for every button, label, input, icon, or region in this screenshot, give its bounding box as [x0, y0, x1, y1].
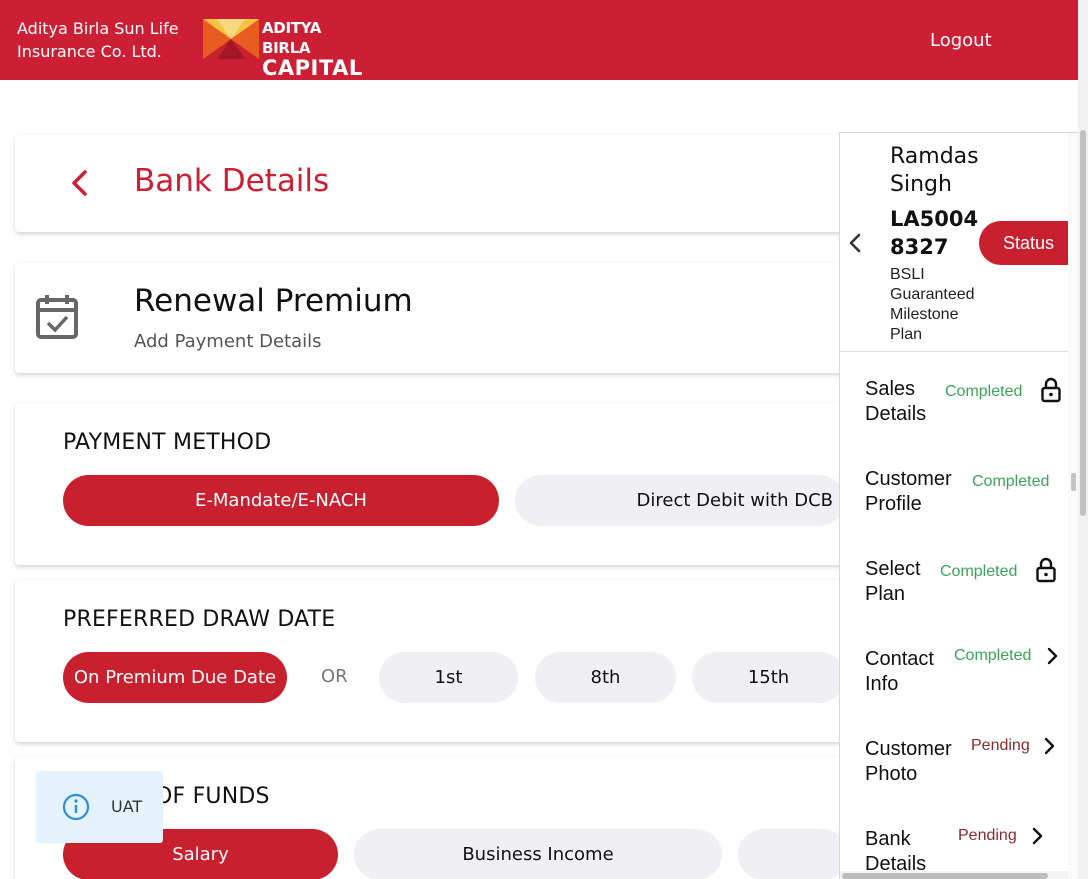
funds-option-business-income[interactable]: Business Income [354, 829, 722, 879]
step-label-line1: Contact [865, 648, 934, 670]
step-label: Contact Info [865, 647, 965, 697]
company-name-line1: Aditya Birla Sun Life [17, 19, 179, 38]
plan-name: BSLI Guaranteed Milestone Plan [890, 265, 990, 345]
step-label-line2: Info [865, 673, 899, 695]
chevron-right-icon [1044, 737, 1055, 755]
payment-method-title: PAYMENT METHOD [63, 430, 272, 455]
policy-number: LA5004 8327 [890, 205, 990, 261]
step-status: Completed [954, 647, 1032, 664]
logo-wordmark: ADITYA BIRLA CAPITAL [262, 18, 363, 80]
step-label-line2: Details [865, 403, 927, 425]
page-scrollbar[interactable] [1078, 0, 1088, 879]
payment-option-direct-debit[interactable]: Direct Debit with DCB [515, 475, 845, 526]
application-side-panel: Ramdas Singh LA5004 8327 BSLI Guaranteed… [839, 132, 1078, 879]
logout-button[interactable]: Logout [930, 30, 992, 51]
plan-name-line1: BSLI [890, 266, 925, 283]
renewal-subtitle: Add Payment Details [134, 331, 322, 352]
renewal-title: Renewal Premium [134, 283, 413, 319]
logo-mark-icon [203, 19, 259, 59]
draw-option-1st[interactable]: 1st [379, 652, 518, 703]
step-status: Completed [972, 473, 1050, 490]
chevron-right-icon [1047, 647, 1058, 665]
step-label: Customer Photo [865, 737, 965, 787]
plan-name-line4: Plan [890, 326, 923, 343]
step-label-line1: Customer [865, 738, 952, 760]
step-label: Bank Details [865, 827, 965, 877]
step-customer-photo[interactable]: Customer Photo Pending [840, 737, 1068, 827]
customer-name-line2: Singh [890, 172, 952, 197]
funds-option-more[interactable] [738, 829, 848, 879]
customer-name: Ramdas Singh [890, 143, 990, 199]
step-status: Pending [958, 827, 1017, 844]
step-status: Completed [940, 563, 1018, 580]
customer-name-line1: Ramdas [890, 144, 979, 169]
aditya-birla-capital-logo: ADITYA BIRLA CAPITAL [203, 19, 362, 79]
or-label: OR [321, 666, 348, 687]
page-scroll-thumb[interactable] [1080, 130, 1086, 516]
step-select-plan[interactable]: Select Plan Completed [840, 557, 1068, 647]
step-status: Pending [971, 737, 1030, 754]
page-title: Bank Details [134, 163, 330, 199]
step-label-line1: Customer [865, 468, 952, 490]
source-of-funds-title: OF FUNDS [155, 784, 270, 809]
logo-line1: ADITYA BIRLA [262, 19, 322, 57]
draw-option-due-date[interactable]: On Premium Due Date [63, 652, 287, 703]
step-sales-details[interactable]: Sales Details Completed [840, 377, 1068, 467]
company-name-line2: Insurance Co. Ltd. [17, 42, 162, 61]
calendar-check-icon [36, 295, 78, 339]
step-label-line2: Plan [865, 583, 906, 605]
step-label: Customer Profile [865, 467, 965, 517]
payment-option-emandate[interactable]: E-Mandate/E-NACH [63, 475, 499, 526]
draw-option-8th[interactable]: 8th [535, 652, 676, 703]
step-label-line2: Photo [865, 763, 918, 785]
company-name: Aditya Birla Sun Life Insurance Co. Ltd. [17, 17, 179, 63]
uat-badge [36, 771, 163, 843]
step-contact-info[interactable]: Contact Info Completed [840, 647, 1068, 737]
step-customer-profile[interactable]: Customer Profile Completed [840, 467, 1068, 557]
policy-number-line2: 8327 [890, 235, 949, 259]
app-header: Aditya Birla Sun Life Insurance Co. Ltd.… [0, 0, 1078, 80]
chevron-left-icon[interactable] [68, 168, 92, 198]
draw-date-title: PREFERRED DRAW DATE [63, 607, 336, 632]
info-icon [62, 793, 90, 821]
chevron-right-icon [1032, 827, 1043, 845]
plan-name-line3: Milestone [890, 306, 959, 323]
side-panel-hscrollbar[interactable] [840, 871, 1068, 879]
collapse-panel-chevron-icon[interactable] [846, 231, 864, 255]
lock-icon [1041, 377, 1061, 403]
side-panel-hscroll-thumb[interactable] [842, 873, 1048, 879]
uat-label: UAT [111, 797, 143, 816]
side-panel-scrollbar[interactable] [1068, 133, 1078, 879]
side-panel-scroll-thumb[interactable] [1071, 473, 1076, 491]
policy-number-line1: LA5004 [890, 207, 979, 231]
draw-option-15th[interactable]: 15th [692, 652, 845, 703]
step-label-line2: Profile [865, 493, 922, 515]
status-button[interactable]: Status [979, 221, 1078, 265]
step-label-line1: Bank [865, 828, 911, 850]
logo-line2: CAPITAL [262, 56, 363, 80]
customer-summary: Ramdas Singh LA5004 8327 BSLI Guaranteed… [840, 133, 1078, 352]
plan-name-line2: Guaranteed [890, 286, 975, 303]
step-status: Completed [945, 383, 1023, 400]
lock-icon [1036, 557, 1056, 583]
